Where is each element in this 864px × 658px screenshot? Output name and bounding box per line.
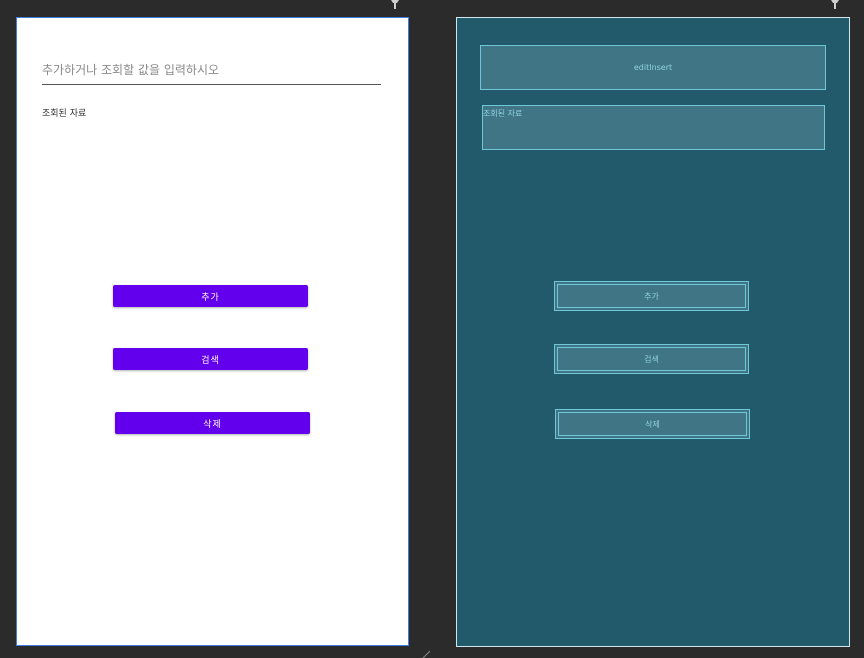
blueprint-search-button[interactable]: 검색: [554, 344, 749, 374]
blueprint-view-frame[interactable]: editInsert 조회된 자료 추가 검색 삭제: [456, 17, 850, 647]
pin-icon[interactable]: [830, 0, 840, 9]
search-button[interactable]: 검색: [113, 348, 308, 370]
design-view-frame[interactable]: 조회된 자료 추가 검색 삭제: [16, 17, 409, 646]
add-button[interactable]: 추가: [113, 285, 308, 307]
pin-icon[interactable]: [390, 0, 400, 9]
blueprint-delete-label: 삭제: [645, 419, 660, 429]
blueprint-add-button[interactable]: 추가: [554, 281, 749, 311]
resize-handle-icon[interactable]: [418, 646, 431, 658]
result-text-view: 조회된 자료: [42, 109, 87, 119]
blueprint-search-label: 검색: [644, 354, 659, 364]
blueprint-edit-id: editInsert: [633, 63, 673, 72]
blueprint-add-label: 추가: [644, 291, 659, 301]
delete-button[interactable]: 삭제: [115, 412, 310, 434]
layout-editor-canvas: 조회된 자료 추가 검색 삭제 editInsert 조회된 자료 추가 검색 …: [0, 0, 864, 658]
blueprint-result-text[interactable]: 조회된 자료: [482, 105, 825, 150]
blueprint-edit-insert[interactable]: editInsert: [480, 45, 826, 90]
edit-insert-field[interactable]: [42, 56, 381, 85]
blueprint-delete-button[interactable]: 삭제: [555, 409, 750, 439]
blueprint-result-label: 조회된 자료: [483, 109, 523, 118]
